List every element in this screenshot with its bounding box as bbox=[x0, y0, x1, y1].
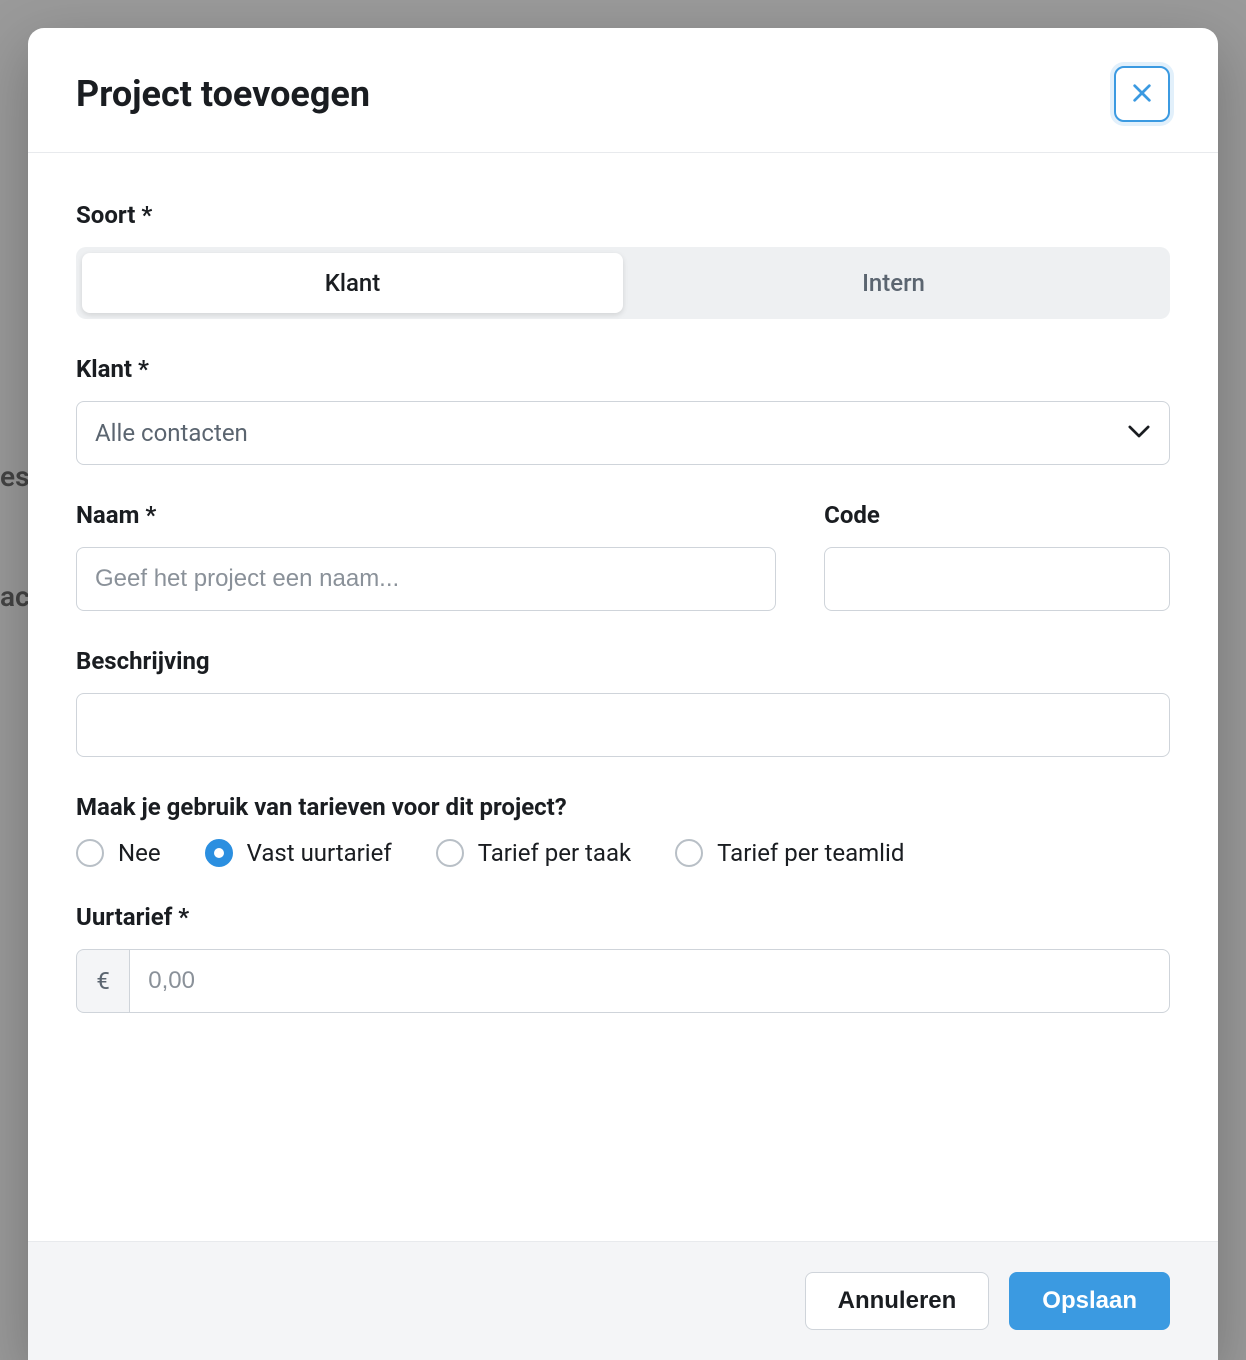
label-uurtarief: Uurtarief * bbox=[76, 903, 1170, 931]
close-button[interactable] bbox=[1114, 66, 1170, 122]
label-naam: Naam * bbox=[76, 501, 776, 529]
radio-icon bbox=[205, 839, 233, 867]
field-uurtarief: Uurtarief * € bbox=[76, 903, 1170, 1013]
radio-taak[interactable]: Tarief per taak bbox=[436, 839, 631, 867]
modal-body: Soort * Klant Intern Klant * Alle contac… bbox=[28, 153, 1218, 1241]
radio-icon bbox=[76, 839, 104, 867]
segmented-soort: Klant Intern bbox=[76, 247, 1170, 319]
select-klant-value: Alle contacten bbox=[76, 401, 1170, 465]
field-klant: Klant * Alle contacten bbox=[76, 355, 1170, 465]
label-tarieven: Maak je gebruik van tarieven voor dit pr… bbox=[76, 793, 1170, 821]
code-input[interactable] bbox=[824, 547, 1170, 611]
radio-teamlid[interactable]: Tarief per teamlid bbox=[675, 839, 904, 867]
segment-intern[interactable]: Intern bbox=[623, 253, 1164, 313]
radio-teamlid-label: Tarief per teamlid bbox=[717, 839, 904, 867]
radio-nee-label: Nee bbox=[118, 839, 161, 867]
radio-nee[interactable]: Nee bbox=[76, 839, 161, 867]
field-tarieven: Maak je gebruik van tarieven voor dit pr… bbox=[76, 793, 1170, 867]
currency-prefix: € bbox=[76, 949, 129, 1013]
radio-vast[interactable]: Vast uurtarief bbox=[205, 839, 392, 867]
label-code: Code bbox=[824, 501, 1170, 529]
radio-vast-label: Vast uurtarief bbox=[247, 839, 392, 867]
close-icon bbox=[1131, 82, 1153, 107]
naam-input[interactable] bbox=[76, 547, 776, 611]
modal-title: Project toevoegen bbox=[76, 73, 370, 115]
select-klant[interactable]: Alle contacten bbox=[76, 401, 1170, 465]
cancel-button[interactable]: Annuleren bbox=[805, 1272, 990, 1330]
add-project-modal: Project toevoegen Soort * Klant Intern K… bbox=[28, 28, 1218, 1360]
save-button[interactable]: Opslaan bbox=[1009, 1272, 1170, 1330]
field-soort: Soort * Klant Intern bbox=[76, 201, 1170, 319]
uurtarief-input[interactable] bbox=[129, 949, 1170, 1013]
row-naam-code: Naam * Code bbox=[76, 501, 1170, 611]
radio-icon bbox=[675, 839, 703, 867]
label-beschrijving: Beschrijving bbox=[76, 647, 1170, 675]
label-soort: Soort * bbox=[76, 201, 1170, 229]
modal-footer: Annuleren Opslaan bbox=[28, 1241, 1218, 1360]
radio-icon bbox=[436, 839, 464, 867]
radio-taak-label: Tarief per taak bbox=[478, 839, 631, 867]
field-beschrijving: Beschrijving bbox=[76, 647, 1170, 757]
beschrijving-input[interactable] bbox=[76, 693, 1170, 757]
segment-klant[interactable]: Klant bbox=[82, 253, 623, 313]
label-klant: Klant * bbox=[76, 355, 1170, 383]
modal-header: Project toevoegen bbox=[28, 28, 1218, 153]
